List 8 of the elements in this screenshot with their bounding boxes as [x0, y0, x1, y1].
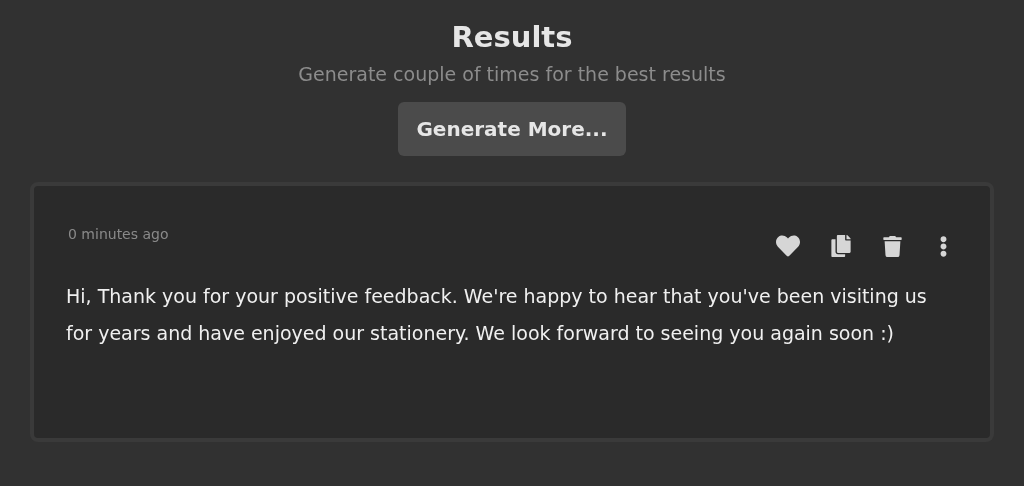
copy-icon[interactable]	[830, 235, 852, 257]
generate-more-button[interactable]: Generate More...	[398, 102, 626, 156]
heart-icon[interactable]	[776, 234, 800, 258]
timestamp: 0 minutes ago	[68, 225, 169, 244]
trash-icon[interactable]	[882, 235, 903, 257]
results-subtitle: Generate couple of times for the best results	[298, 62, 726, 87]
results-title: Results	[451, 19, 573, 56]
result-text: Hi, Thank you for your positive feedback. We're happy to hear that you've been visiting us for years and have enjoyed our stationery. We look forward to seeing you again soon :)	[66, 284, 928, 346]
